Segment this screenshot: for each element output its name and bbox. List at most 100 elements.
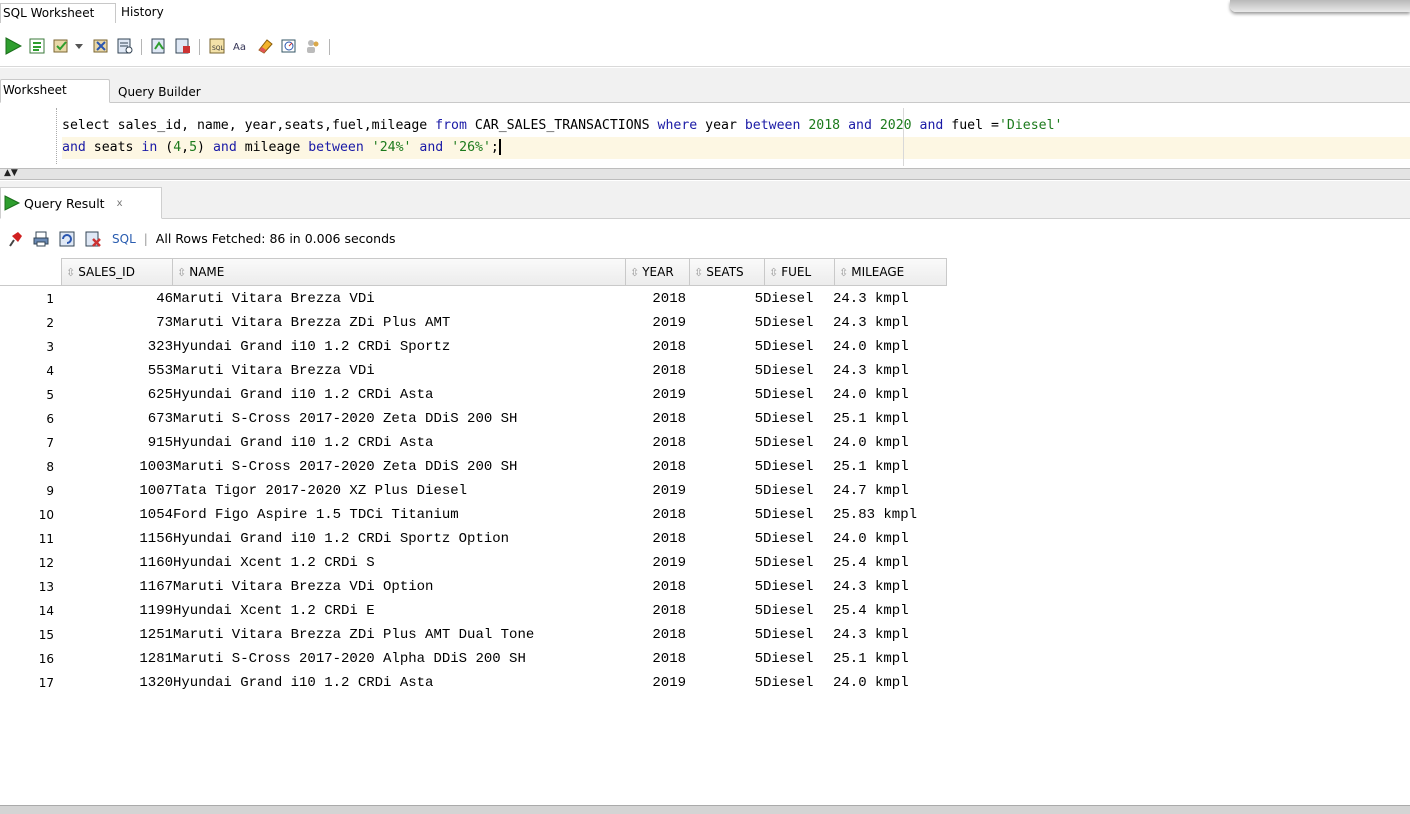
row-number[interactable]: 5 [0, 388, 62, 402]
table-row[interactable]: 14 1199 Hyundai Xcent 1.2 CRDi E 2018 5 Diese… [0, 599, 947, 623]
row-number[interactable]: 13 [0, 580, 62, 594]
cell-seats[interactable]: 5 [688, 387, 763, 403]
pin-icon[interactable] [4, 228, 26, 250]
table-row[interactable]: 1 46 Maruti Vitara Brezza VDi 2018 5 Diesel 24… [0, 287, 947, 311]
row-number[interactable]: 11 [0, 532, 62, 546]
cell-mileage[interactable]: 24.0 kmpl [833, 387, 946, 403]
table-row[interactable]: 7 915 Hyundai Grand i10 1.2 CRDi Asta 2018 5… [0, 431, 947, 455]
cell-mileage[interactable]: 24.0 kmpl [833, 675, 946, 691]
cell-sales-id[interactable]: 1199 [62, 603, 173, 619]
column-header-year[interactable]: ⇳ YEAR [626, 258, 690, 286]
table-row[interactable]: 6 673 Maruti S-Cross 2017-2020 Zeta DDiS 2… [0, 407, 947, 431]
cell-year[interactable]: 2019 [626, 387, 688, 403]
collapse-arrows-icon[interactable]: ▲▼ [4, 169, 18, 178]
sql-link[interactable]: SQL [112, 232, 136, 246]
cell-sales-id[interactable]: 673 [62, 411, 173, 427]
cell-name[interactable]: Hyundai Grand i10 1.2 CRDi Sportz [173, 339, 626, 355]
cell-sales-id[interactable]: 1251 [62, 627, 173, 643]
row-number[interactable]: 7 [0, 436, 62, 450]
cell-fuel[interactable]: Diesel [763, 507, 833, 523]
cell-seats[interactable]: 5 [688, 435, 763, 451]
table-row[interactable]: 4 553 Maruti Vitara Brezza VDi 2018 5 Diesel 2… [0, 359, 947, 383]
cell-mileage[interactable]: 24.0 kmpl [833, 435, 946, 451]
cell-seats[interactable]: 5 [688, 339, 763, 355]
cell-seats[interactable]: 5 [688, 315, 763, 331]
cell-fuel[interactable]: Diesel [763, 291, 833, 307]
cell-fuel[interactable]: Diesel [763, 651, 833, 667]
cell-mileage[interactable]: 24.3 kmpl [833, 363, 946, 379]
table-row[interactable]: 5 625 Hyundai Grand i10 1.2 CRDi Asta 2019 5… [0, 383, 947, 407]
table-row[interactable]: 2 73 Maruti Vitara Brezza ZDi Plus AMT 2019… [0, 311, 947, 335]
cell-name[interactable]: Maruti Vitara Brezza VDi [173, 291, 626, 307]
row-number[interactable]: 3 [0, 340, 62, 354]
row-number[interactable]: 12 [0, 556, 62, 570]
refresh-icon[interactable] [56, 228, 78, 250]
table-row[interactable]: 16 1281 Maruti S-Cross 2017-2020 Alpha DDi… [0, 647, 947, 671]
cell-name[interactable]: Tata Tigor 2017-2020 XZ Plus Diesel [173, 483, 626, 499]
cell-year[interactable]: 2018 [626, 627, 688, 643]
cell-sales-id[interactable]: 553 [62, 363, 173, 379]
cell-name[interactable]: Hyundai Xcent 1.2 CRDi E [173, 603, 626, 619]
cell-year[interactable]: 2019 [626, 675, 688, 691]
results-grid[interactable]: ⇳ SALES_ID ⇳ NAME ⇳ YEAR ⇳ SEATS ⇳ FUEL ⇳ MILE… [0, 258, 1410, 806]
cancel-query-icon[interactable] [82, 228, 104, 250]
cell-name[interactable]: Ford Figo Aspire 1.5 TDCi Titanium [173, 507, 626, 523]
row-number[interactable]: 17 [0, 676, 62, 690]
cell-mileage[interactable]: 24.0 kmpl [833, 339, 946, 355]
row-number[interactable]: 16 [0, 652, 62, 666]
performance-monitor-icon[interactable] [278, 35, 300, 57]
cell-fuel[interactable]: Diesel [763, 387, 833, 403]
cell-sales-id[interactable]: 625 [62, 387, 173, 403]
users-icon[interactable] [302, 35, 324, 57]
sql-code[interactable]: select sales_id, name, year,seats,fuel,m… [62, 115, 1062, 159]
cell-fuel[interactable]: Diesel [763, 459, 833, 475]
cell-seats[interactable]: 5 [688, 531, 763, 547]
commit-icon[interactable] [50, 35, 72, 57]
cell-sales-id[interactable]: 323 [62, 339, 173, 355]
cell-seats[interactable]: 5 [688, 291, 763, 307]
print-icon[interactable] [30, 228, 52, 250]
cell-name[interactable]: Maruti S-Cross 2017-2020 Zeta DDiS 200 S… [173, 411, 626, 427]
column-header-seats[interactable]: ⇳ SEATS [690, 258, 765, 286]
explain-plan-icon[interactable] [114, 35, 136, 57]
run-script-icon[interactable] [26, 35, 48, 57]
column-header-mileage[interactable]: ⇳ MILEAGE [835, 258, 947, 286]
cell-fuel[interactable]: Diesel [763, 339, 833, 355]
row-number[interactable]: 1 [0, 292, 62, 306]
cell-mileage[interactable]: 25.1 kmpl [833, 651, 946, 667]
cell-seats[interactable]: 5 [688, 507, 763, 523]
cell-name[interactable]: Hyundai Xcent 1.2 CRDi S [173, 555, 626, 571]
cell-name[interactable]: Hyundai Grand i10 1.2 CRDi Sportz Option [173, 531, 626, 547]
cell-seats[interactable]: 5 [688, 579, 763, 595]
cell-mileage[interactable]: 24.3 kmpl [833, 291, 946, 307]
column-header-sales-id[interactable]: ⇳ SALES_ID [62, 258, 173, 286]
sql-history-icon[interactable]: SQL [206, 35, 228, 57]
tab-query-builder[interactable]: Query Builder [112, 82, 207, 106]
cell-year[interactable]: 2018 [626, 411, 688, 427]
sql-editor[interactable]: select sales_id, name, year,seats,fuel,m… [0, 104, 1410, 168]
row-number[interactable]: 2 [0, 316, 62, 330]
table-row[interactable]: 9 1007 Tata Tigor 2017-2020 XZ Plus Diesel… [0, 479, 947, 503]
cell-mileage[interactable]: 25.1 kmpl [833, 411, 946, 427]
cell-mileage[interactable]: 24.7 kmpl [833, 483, 946, 499]
cell-sales-id[interactable]: 915 [62, 435, 173, 451]
cell-name[interactable]: Maruti Vitara Brezza ZDi Plus AMT Dual T… [173, 627, 626, 643]
row-number[interactable]: 9 [0, 484, 62, 498]
cell-year[interactable]: 2018 [626, 459, 688, 475]
cell-year[interactable]: 2018 [626, 363, 688, 379]
cell-year[interactable]: 2018 [626, 507, 688, 523]
table-row[interactable]: 15 1251 Maruti Vitara Brezza ZDi Plus AMT … [0, 623, 947, 647]
cell-name[interactable]: Maruti Vitara Brezza ZDi Plus AMT [173, 315, 626, 331]
cell-mileage[interactable]: 25.4 kmpl [833, 603, 946, 619]
cell-seats[interactable]: 5 [688, 483, 763, 499]
cell-mileage[interactable]: 25.83 kmpl [833, 507, 946, 523]
split-pane-divider[interactable]: ▲▼ [0, 168, 1410, 180]
cell-sales-id[interactable]: 73 [62, 315, 173, 331]
format-case-icon[interactable]: Aa [230, 35, 252, 57]
tab-sql-worksheet[interactable]: SQL Worksheet [0, 3, 116, 23]
cell-year[interactable]: 2019 [626, 555, 688, 571]
cell-year[interactable]: 2018 [626, 531, 688, 547]
table-row[interactable]: 11 1156 Hyundai Grand i10 1.2 CRDi Sportz … [0, 527, 947, 551]
cell-fuel[interactable]: Diesel [763, 531, 833, 547]
rollback-icon[interactable] [90, 35, 112, 57]
